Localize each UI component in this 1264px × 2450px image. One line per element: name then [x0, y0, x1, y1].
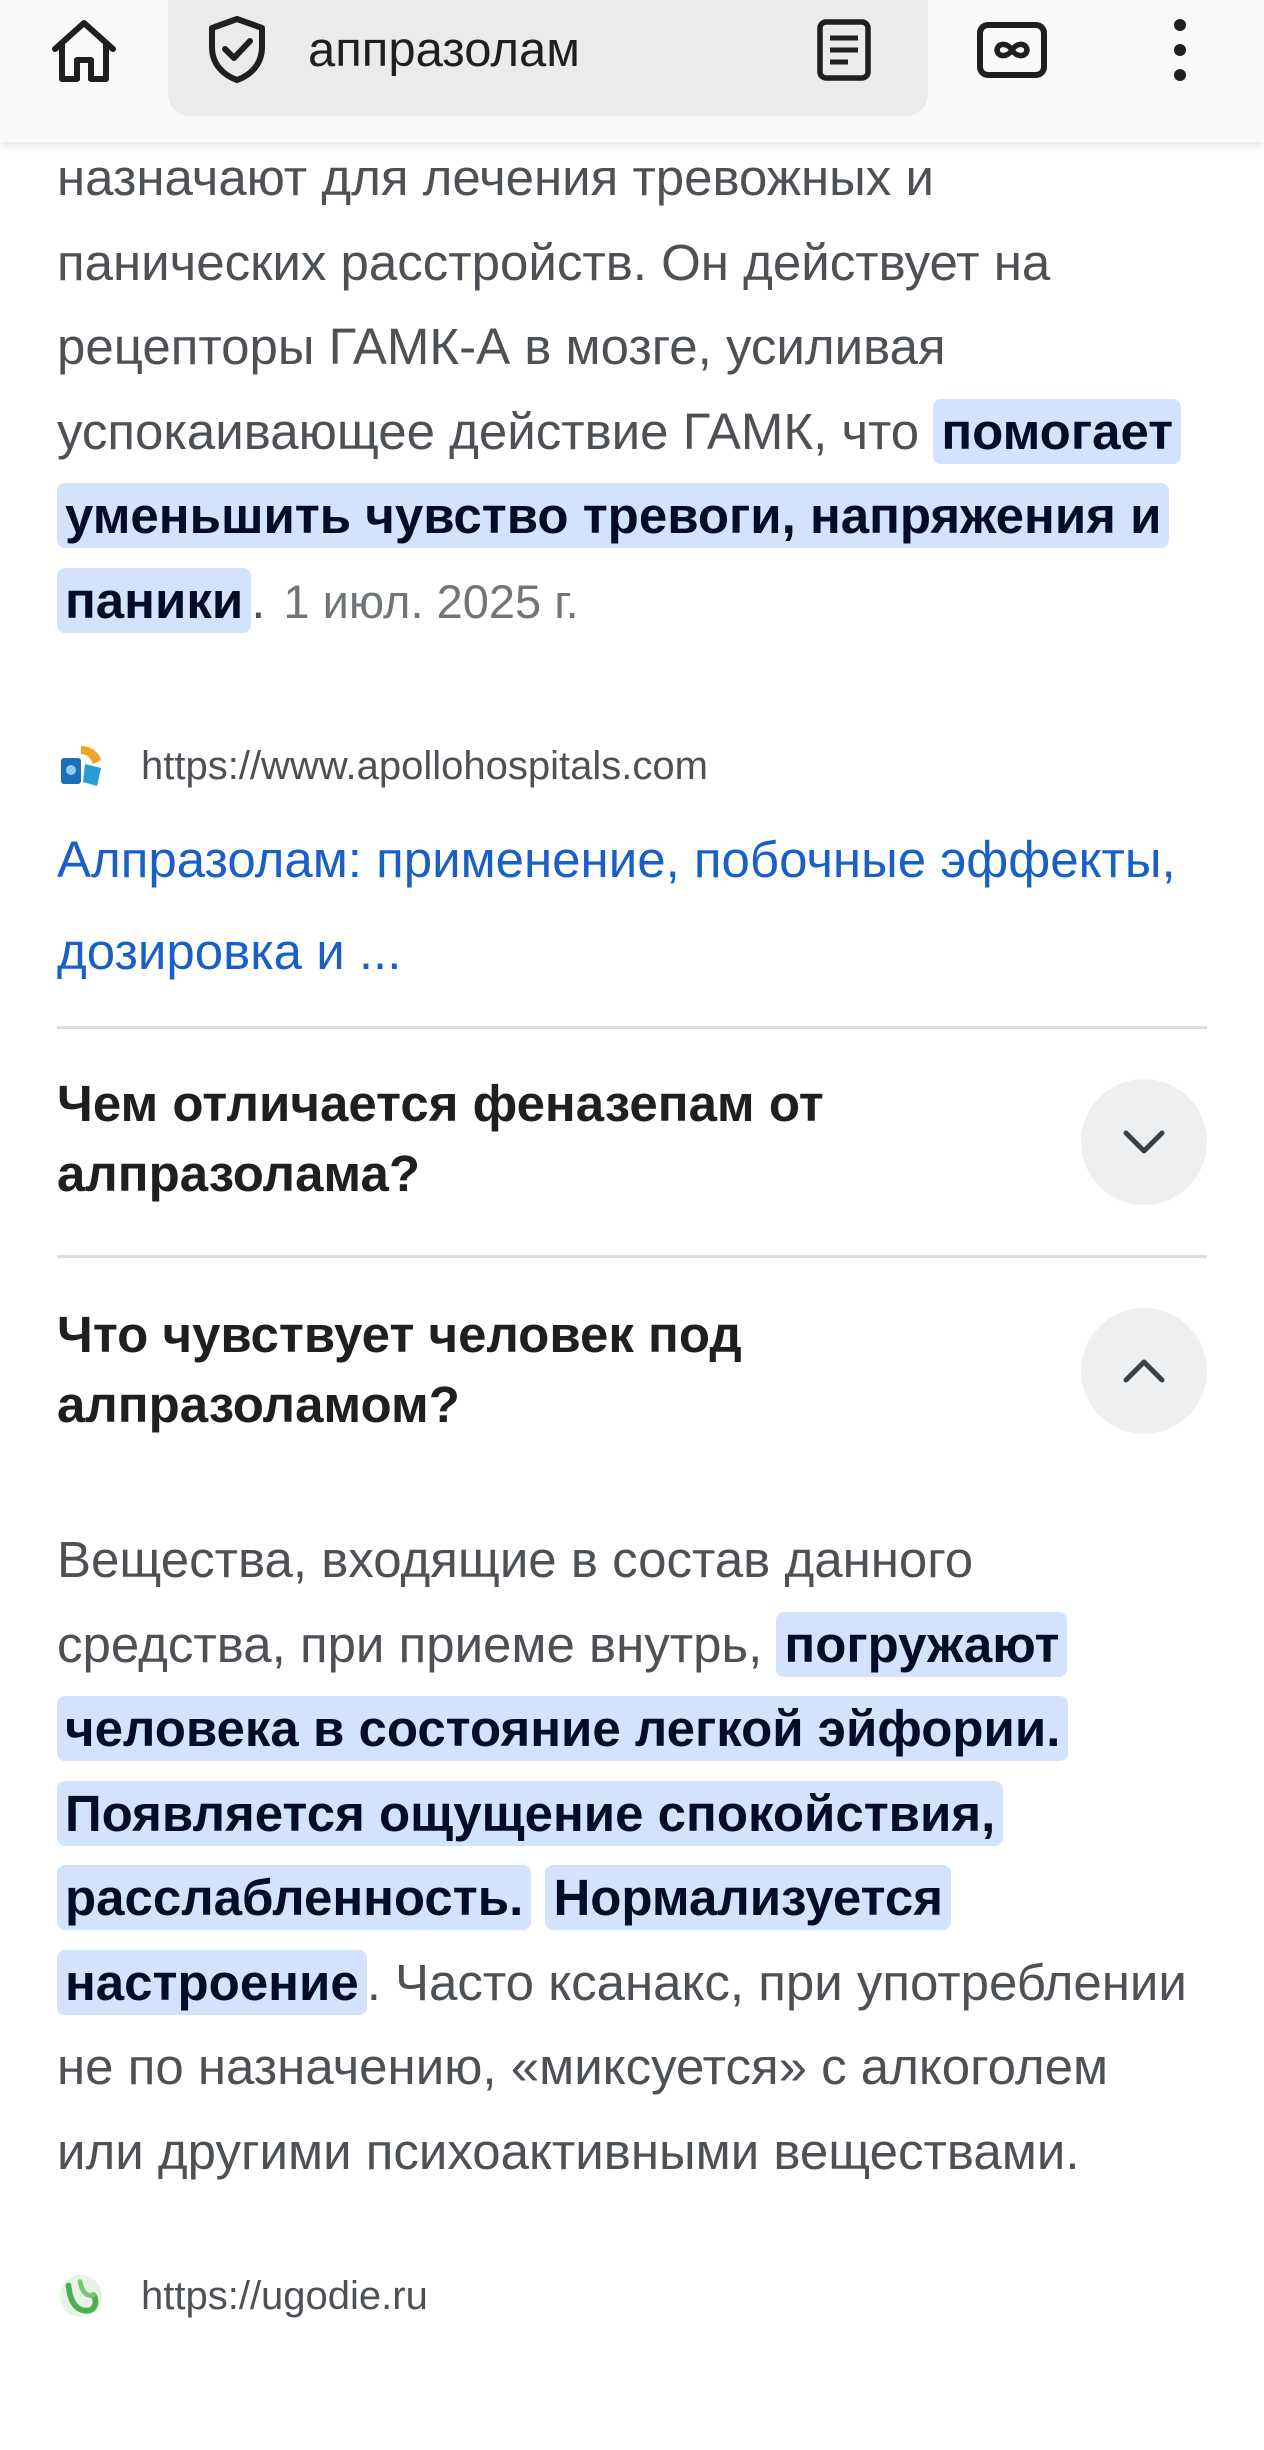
home-icon[interactable] — [40, 6, 128, 94]
browser-toolbar: аппразолам — [0, 0, 1264, 142]
faq-question[interactable]: Чем отличается феназепам от алпразолама? — [57, 1069, 997, 1209]
ugodie-favicon-icon — [57, 2272, 105, 2320]
faq-question[interactable]: Что чувствует человек под алпразоламом? — [57, 1300, 997, 1440]
more-vert-icon[interactable] — [1140, 10, 1220, 90]
snippet-text: назначают для лечения тревожных и паниче… — [57, 149, 1051, 460]
faq-answer-text: Вещества, входящие в состав данного сред… — [57, 1518, 1207, 2194]
source-row[interactable]: https://ugodie.ru — [57, 2266, 1207, 2326]
shield-check-icon[interactable] — [202, 14, 272, 84]
faq-item[interactable]: Чем отличается феназепам от алпразолама? — [57, 1029, 1207, 1255]
apollo-favicon-icon — [57, 742, 105, 790]
search-query-text[interactable]: аппразолам — [308, 22, 580, 78]
result-title-link[interactable]: Алпразолам: применение, побочные эффекты… — [57, 814, 1207, 998]
incognito-tabs-icon[interactable] — [968, 10, 1056, 90]
source-url[interactable]: https://www.apollohospitals.com — [141, 744, 708, 789]
source-row[interactable]: https://www.apollohospitals.com — [57, 736, 1207, 796]
chevron-up-icon[interactable] — [1081, 1308, 1207, 1434]
source-url[interactable]: https://ugodie.ru — [141, 2274, 428, 2319]
featured-snippet-text: назначают для лечения тревожных и паниче… — [57, 136, 1207, 644]
snippet-period: . — [251, 571, 266, 629]
faq-item-expanded[interactable]: Что чувствует человек под алпразоламом? — [57, 1258, 1207, 1488]
address-bar[interactable]: аппразолам — [168, 0, 928, 116]
chevron-down-icon[interactable] — [1081, 1079, 1207, 1205]
search-results: назначают для лечения тревожных и паниче… — [57, 142, 1207, 2326]
snippet-date: 1 июл. 2025 г. — [283, 574, 579, 628]
reader-mode-icon[interactable] — [808, 14, 880, 86]
